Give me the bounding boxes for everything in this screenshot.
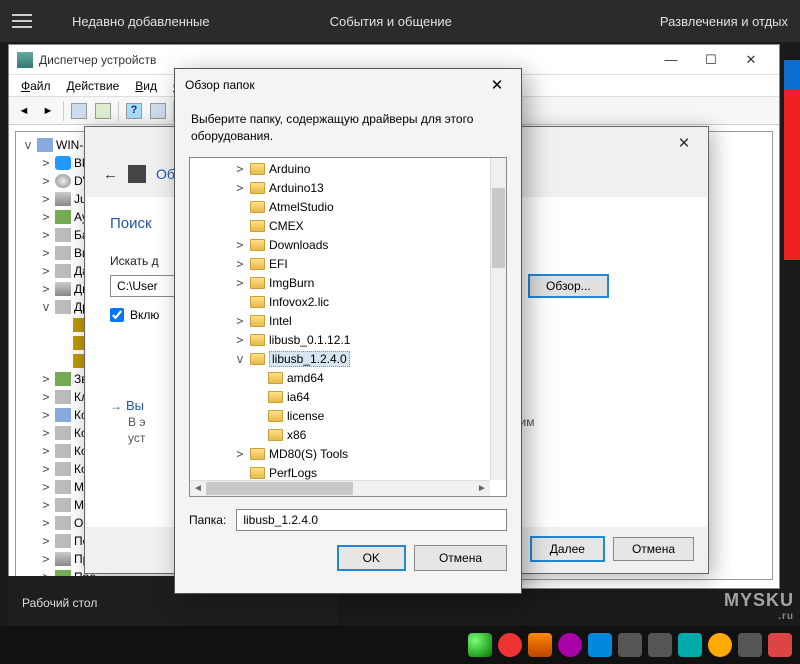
browse-folder-row[interactable]: >Intel (190, 312, 506, 331)
browse-folder-row[interactable]: >MD80(S) Tools (190, 445, 506, 464)
tray-icon-3[interactable] (528, 633, 552, 657)
wizard-browse-button[interactable]: Обзор... (528, 274, 609, 298)
hamburger-icon[interactable] (12, 14, 32, 28)
browse-folder-row[interactable]: vlibusb_1.2.4.0 (190, 350, 506, 369)
browse-folder-row[interactable]: >Downloads (190, 236, 506, 255)
browse-folder-row[interactable]: >libusb_0.1.12.1 (190, 331, 506, 350)
tray-icon-10[interactable] (738, 633, 762, 657)
browse-folder-row[interactable]: x86 (190, 426, 506, 445)
tray-icon-7[interactable] (648, 633, 672, 657)
browse-vscrollbar[interactable] (490, 158, 506, 480)
tb-1[interactable] (68, 100, 90, 122)
browse-folder-row[interactable]: license (190, 407, 506, 426)
watermark: MYSKU.ru (724, 590, 794, 622)
tb-2[interactable] (92, 100, 114, 122)
hscroll-right[interactable]: ► (474, 481, 490, 496)
start-desktop[interactable]: Рабочий стол (22, 596, 324, 610)
wizard-back-button[interactable]: ← (103, 166, 118, 183)
tray-icon-6[interactable] (618, 633, 642, 657)
minimize-button[interactable]: — (651, 46, 691, 74)
browse-folder-row[interactable]: AtmelStudio (190, 198, 506, 217)
browse-instruction: Выберите папку, содержащую драйверы для … (175, 101, 521, 157)
topbar-entertainment[interactable]: Развлечения и отдых (660, 14, 788, 29)
tray-icon-2[interactable] (498, 633, 522, 657)
menu-action[interactable]: Действие (59, 77, 128, 95)
browse-folder-input[interactable] (236, 509, 507, 531)
browse-folder-row[interactable]: >ImgBurn (190, 274, 506, 293)
tray-icon-4[interactable] (558, 633, 582, 657)
hscroll-left[interactable]: ◄ (190, 481, 206, 496)
topbar-recent[interactable]: Недавно добавленные (72, 14, 210, 29)
tb-fwd[interactable]: ► (37, 100, 59, 122)
devmgr-icon (17, 52, 33, 68)
include-subfolders-checkbox[interactable] (110, 308, 124, 322)
tray-icon-1[interactable] (468, 633, 492, 657)
tray-icon-firefox[interactable] (708, 633, 732, 657)
hscroll-thumb[interactable] (206, 482, 353, 495)
wizard-close-button[interactable]: ✕ (670, 130, 698, 158)
tray-icon-5[interactable] (588, 633, 612, 657)
tb-back[interactable]: ◄ (13, 100, 35, 122)
menu-view[interactable]: Вид (127, 77, 165, 95)
browse-title-text: Обзор папок (185, 78, 483, 92)
menu-file[interactable]: Файл (13, 77, 59, 95)
right-panel-edge (784, 60, 800, 260)
browse-cancel-button[interactable]: Отмена (414, 545, 507, 571)
browse-folder-row[interactable]: CMEX (190, 217, 506, 236)
browse-folder-row[interactable]: amd64 (190, 369, 506, 388)
tb-help[interactable]: ? (123, 100, 145, 122)
maximize-button[interactable]: ☐ (691, 46, 731, 74)
start-menu-topbar: Недавно добавленные События и общение Ра… (0, 0, 800, 42)
browse-folder-row[interactable]: >Arduino13 (190, 179, 506, 198)
browse-folder-dialog: Обзор папок ✕ Выберите папку, содержащую… (174, 68, 522, 594)
wizard-next-button[interactable]: Далее (530, 536, 605, 562)
browse-folder-row[interactable]: >Arduino (190, 160, 506, 179)
tray-icon-8[interactable] (678, 633, 702, 657)
system-tray (468, 633, 792, 657)
devmgr-title: Диспетчер устройств (39, 53, 651, 67)
close-button[interactable]: ✕ (731, 46, 771, 74)
browse-folder-label: Папка: (189, 513, 226, 527)
browse-folder-tree[interactable]: >Arduino>Arduino13AtmelStudioCMEX>Downlo… (189, 157, 507, 497)
browse-close-button[interactable]: ✕ (483, 76, 511, 94)
browse-folder-row[interactable]: >EFI (190, 255, 506, 274)
tray-icon-11[interactable] (768, 633, 792, 657)
tb-3[interactable] (147, 100, 169, 122)
browse-ok-button[interactable]: OK (337, 545, 406, 571)
vscroll-thumb[interactable] (492, 188, 505, 268)
browse-folder-row[interactable]: ia64 (190, 388, 506, 407)
browse-titlebar[interactable]: Обзор папок ✕ (175, 69, 521, 101)
wizard-cancel-button[interactable]: Отмена (613, 537, 694, 561)
browse-hscrollbar[interactable]: ◄ ► (190, 480, 490, 496)
topbar-events[interactable]: События и общение (330, 14, 452, 29)
browse-folder-row[interactable]: Infovox2.lic (190, 293, 506, 312)
chip-icon (128, 165, 146, 183)
taskbar (0, 626, 800, 664)
